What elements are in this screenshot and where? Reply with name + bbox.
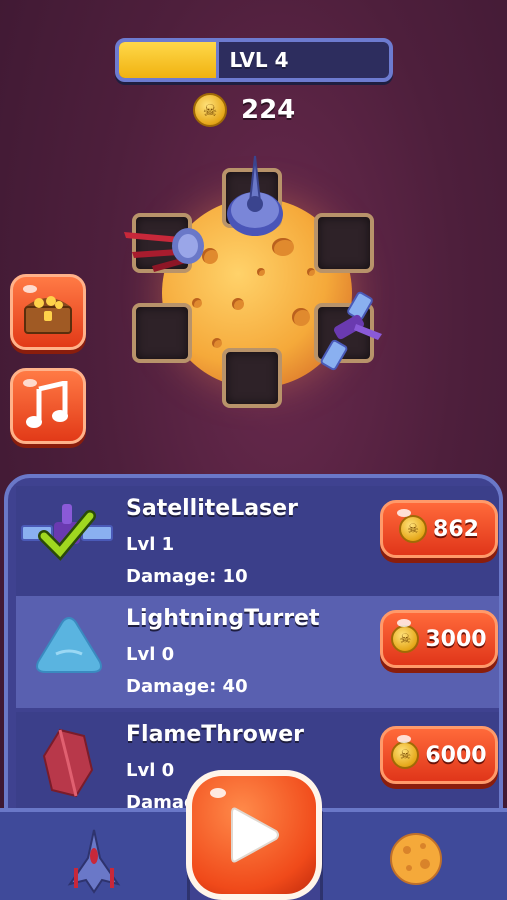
- item-name: LightningTurret: [126, 606, 320, 631]
- coin-icon: ☠: [193, 93, 227, 127]
- item-price: 3000: [425, 626, 487, 652]
- item-level: Lvl 1: [126, 534, 175, 555]
- item-damage: Damage: 40: [126, 676, 248, 697]
- shop-item: SatelliteLaser Lvl 1 Damage: 10 ☠ 862: [16, 486, 499, 598]
- nav-ships-button[interactable]: [0, 808, 190, 900]
- item-level: Lvl 0: [126, 644, 175, 665]
- item-price: 862: [433, 516, 479, 542]
- treasure-chest-button[interactable]: [10, 274, 86, 350]
- item-damage: Damage: 10: [126, 566, 248, 587]
- play-icon: [231, 807, 279, 863]
- turret-slot-upper-right[interactable]: [314, 213, 374, 273]
- coin-icon: ☠: [391, 741, 420, 769]
- buy-lightning-turret-button[interactable]: ☠ 3000: [380, 610, 498, 668]
- flamethrower-icon: [42, 728, 94, 798]
- shop-item: LightningTurret Lvl 0 Damage: 40 ☠ 3000: [16, 596, 499, 708]
- buy-flamethrower-button[interactable]: ☠ 6000: [380, 726, 498, 784]
- satellite-laser-icon: [21, 504, 113, 561]
- coin-icon: ☠: [399, 515, 428, 543]
- lightning-turret-icon: [36, 616, 102, 673]
- coin-counter: ☠ 224: [193, 92, 295, 128]
- level-label: LVL 4: [229, 48, 289, 72]
- coin-count: 224: [241, 95, 296, 125]
- satellite-turret-icon: [320, 291, 382, 371]
- coin-icon: ☠: [391, 625, 420, 653]
- play-button[interactable]: [186, 770, 322, 900]
- level-bar: LVL 4: [115, 38, 393, 82]
- buy-satellite-laser-button[interactable]: ☠ 862: [380, 500, 498, 558]
- item-name: FlameThrower: [126, 722, 304, 747]
- spaceship-icon: [67, 829, 121, 894]
- nav-planets-button[interactable]: [320, 808, 507, 900]
- treasure-chest-icon: [24, 296, 72, 334]
- music-button[interactable]: [10, 368, 86, 444]
- turret-slot-bottom[interactable]: [222, 348, 282, 408]
- planet-icon: [390, 833, 442, 885]
- music-note-icon: [26, 381, 68, 428]
- item-name: SatelliteLaser: [126, 496, 298, 521]
- dome-turret-icon: [227, 155, 283, 236]
- turret-slot-lower-left[interactable]: [132, 303, 192, 363]
- item-level: Lvl 0: [126, 760, 175, 781]
- spike-turret-icon: [124, 228, 204, 272]
- item-price: 6000: [425, 742, 487, 768]
